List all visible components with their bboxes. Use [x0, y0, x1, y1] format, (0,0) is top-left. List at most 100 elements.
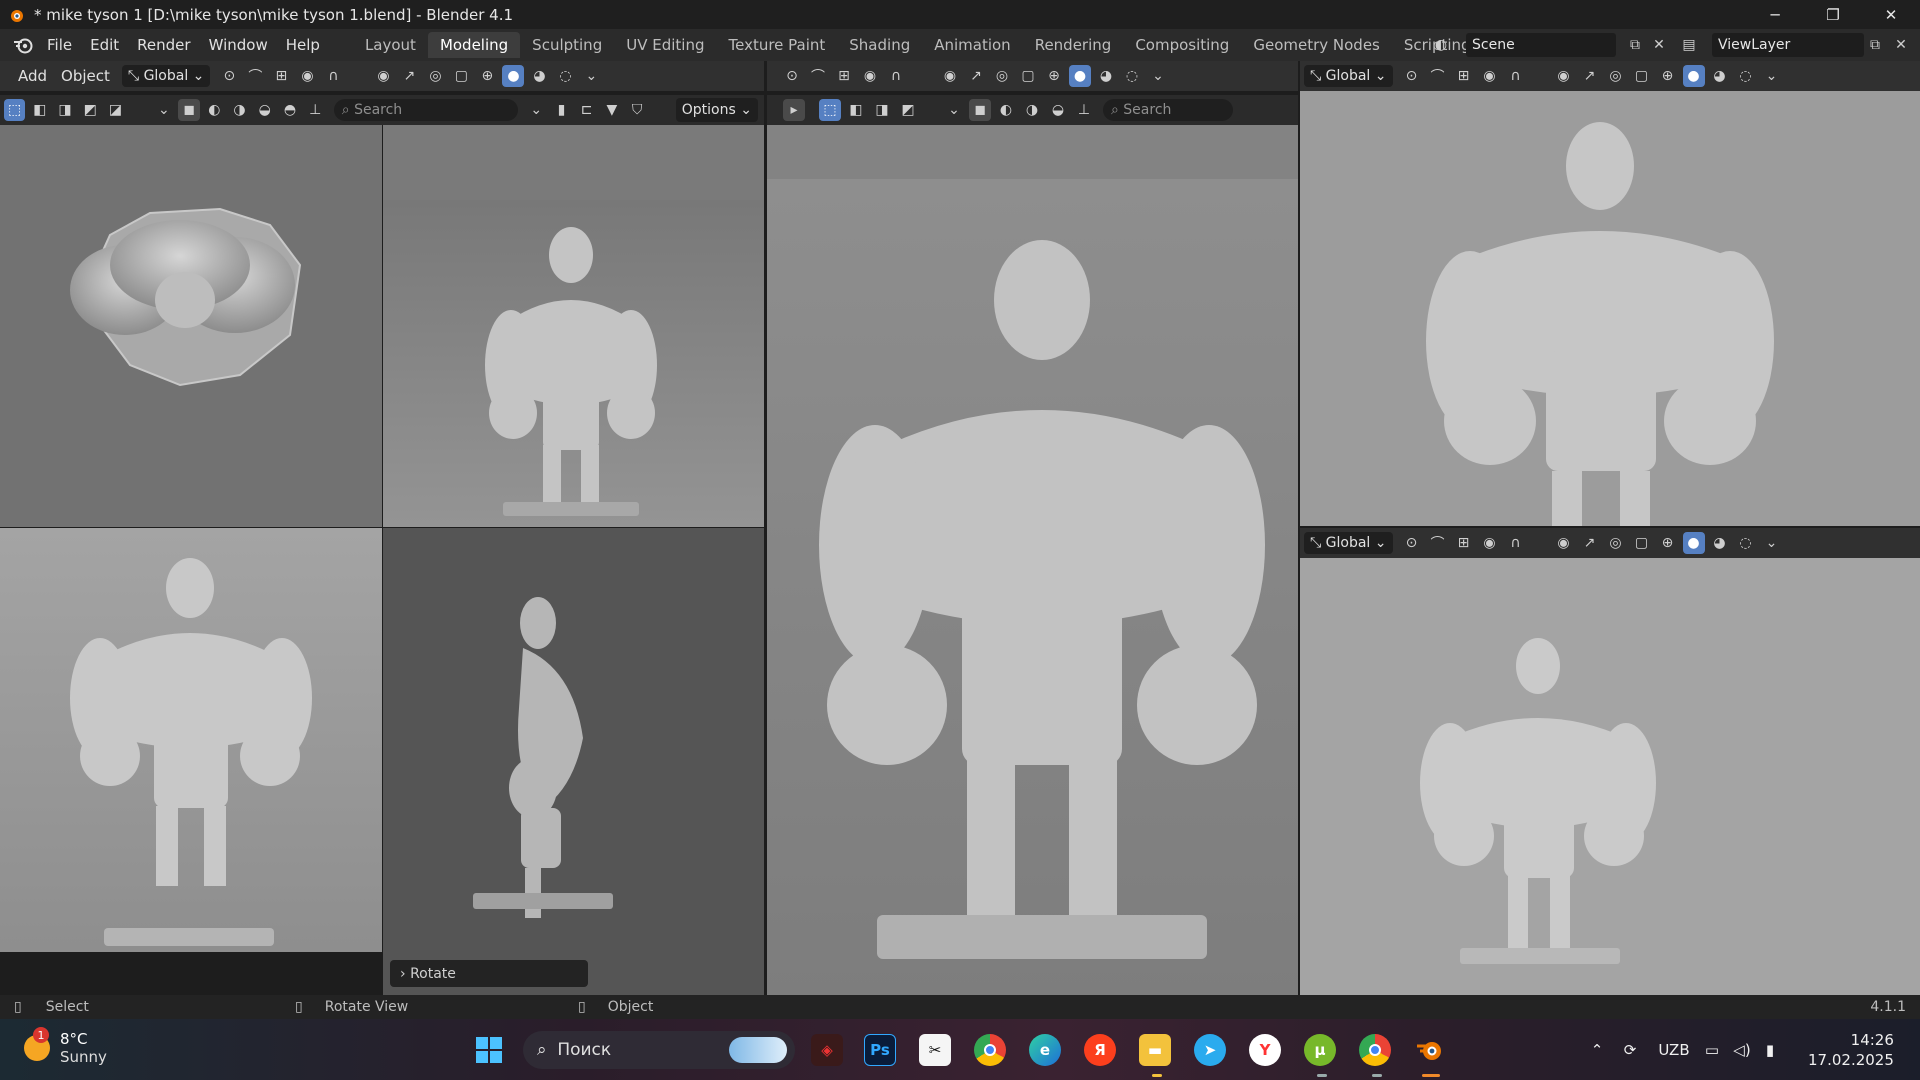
shading-options-icon-rb[interactable]: ⌄ — [1761, 532, 1783, 554]
wireframe-shading-icon-center[interactable]: ⊕ — [1043, 65, 1065, 87]
mesh-filter-icon[interactable]: ◐ — [204, 99, 225, 121]
tab-rendering[interactable]: Rendering — [1023, 32, 1124, 58]
rendered-shading-icon-rt[interactable]: ◌ — [1735, 65, 1757, 87]
viewport-top-right[interactable] — [383, 125, 764, 527]
falloff-icon-rb[interactable]: ∩ — [1505, 532, 1527, 554]
network-icon[interactable]: ▭ — [1696, 1041, 1728, 1059]
viewport-right-top[interactable] — [1300, 91, 1920, 526]
bookmark-icon[interactable]: ▮ — [551, 99, 572, 121]
rendered-shading-icon[interactable]: ◌ — [554, 65, 576, 87]
photoshop-icon[interactable]: Ps — [864, 1034, 896, 1066]
gizmo-icon-rb[interactable]: ↗ — [1579, 532, 1601, 554]
windows-start-icon[interactable] — [473, 1034, 505, 1066]
proportional-edit-icon-center[interactable]: ◉ — [859, 65, 881, 87]
select-box-icon[interactable]: ⬚ — [4, 99, 26, 121]
visibility-icon-center[interactable]: ◉ — [939, 65, 961, 87]
last-operator-panel[interactable]: › Rotate — [390, 960, 588, 987]
viewlayer-browse-icon[interactable]: ▤ — [1678, 34, 1700, 56]
sync-icon[interactable]: ⟳ — [1608, 1041, 1652, 1059]
viewport-right-bottom[interactable] — [1300, 558, 1920, 995]
tab-shading[interactable]: Shading — [837, 32, 922, 58]
chrome-icon[interactable] — [974, 1034, 1006, 1066]
falloff-icon-rt[interactable]: ∩ — [1505, 65, 1527, 87]
shading-options-icon-rt[interactable]: ⌄ — [1761, 65, 1783, 87]
snap-icon-rt[interactable]: ⌒ — [1427, 65, 1449, 87]
object-menu[interactable]: Object — [55, 60, 122, 92]
delete-viewlayer-icon[interactable]: ✕ — [1890, 34, 1912, 56]
tab-geometry-nodes[interactable]: Geometry Nodes — [1241, 32, 1392, 58]
options-dropdown[interactable]: Options ⌄ — [675, 98, 758, 122]
telegram-icon[interactable]: ➤ — [1194, 1034, 1226, 1066]
display-filter-icon[interactable]: ⌄ — [153, 99, 174, 121]
menu-edit[interactable]: Edit — [81, 29, 128, 61]
new-scene-icon[interactable]: ⧉ — [1624, 34, 1646, 56]
shading-options-icon[interactable]: ⌄ — [580, 65, 602, 87]
tab-uv-editing[interactable]: UV Editing — [614, 32, 716, 58]
proportional-edit-icon-rt[interactable]: ◉ — [1479, 65, 1501, 87]
solid-shading-icon-rb[interactable]: ● — [1682, 532, 1705, 554]
visibility-icon-rb[interactable]: ◉ — [1553, 532, 1575, 554]
menu-help[interactable]: Help — [277, 29, 329, 61]
search-options-icon[interactable]: ⌄ — [526, 99, 547, 121]
wireframe-shading-icon-rt[interactable]: ⊕ — [1657, 65, 1679, 87]
rendered-shading-icon-center[interactable]: ◌ — [1121, 65, 1143, 87]
hierarchy-icon[interactable]: ⊏ — [576, 99, 597, 121]
snap-target-icon-rb[interactable]: ⊞ — [1453, 532, 1475, 554]
material-shading-icon-rt[interactable]: ◕ — [1709, 65, 1731, 87]
snap-icon-center[interactable]: ⌒ — [807, 65, 829, 87]
other-filter-icon[interactable]: ⊥ — [305, 99, 326, 121]
viewport-center[interactable] — [767, 125, 1298, 995]
select-subtract-icon[interactable]: ◨ — [54, 99, 75, 121]
rendered-shading-icon-rb[interactable]: ◌ — [1735, 532, 1757, 554]
left-search-field[interactable]: ⌕ Search — [333, 99, 518, 121]
display-filter-icon-center[interactable]: ⌄ — [943, 99, 965, 121]
xray-icon-center[interactable]: ▢ — [1017, 65, 1039, 87]
shading-options-icon-center[interactable]: ⌄ — [1147, 65, 1169, 87]
overlay-icon-rb[interactable]: ◎ — [1605, 532, 1627, 554]
blender-taskbar-icon[interactable] — [1414, 1034, 1446, 1066]
snap-target-icon[interactable]: ⊞ — [270, 65, 292, 87]
camera-filter-icon[interactable]: ◒ — [254, 99, 275, 121]
restore-button[interactable]: ❐ — [1804, 0, 1862, 29]
tab-animation[interactable]: Animation — [922, 32, 1022, 58]
select-cursor-icon[interactable]: ▸ — [783, 99, 805, 121]
tab-texture-paint[interactable]: Texture Paint — [716, 32, 837, 58]
overlay-icon-rt[interactable]: ◎ — [1605, 65, 1627, 87]
pivot-icon-rb[interactable]: ⊙ — [1401, 532, 1423, 554]
menu-window[interactable]: Window — [200, 29, 277, 61]
solid-shading-icon[interactable]: ● — [502, 65, 525, 87]
material-shading-icon[interactable]: ◕ — [528, 65, 550, 87]
edge-icon[interactable]: e — [1029, 1034, 1061, 1066]
chrome-profile-icon[interactable] — [1359, 1034, 1391, 1066]
select-extend-icon-center[interactable]: ◧ — [845, 99, 867, 121]
center-search-field[interactable]: ⌕ Search — [1103, 99, 1233, 121]
overlay-icon[interactable]: ◎ — [424, 65, 446, 87]
weather-widget[interactable]: 1 8°C Sunny — [24, 1027, 107, 1066]
xray-icon-rt[interactable]: ▢ — [1631, 65, 1653, 87]
scene-browse-icon[interactable]: ◐ — [1430, 34, 1452, 56]
menu-render[interactable]: Render — [128, 29, 199, 61]
viewport-bottom-left[interactable] — [0, 528, 382, 952]
gizmo-icon[interactable]: ↗ — [398, 65, 420, 87]
battery-icon[interactable]: ▮ — [1756, 1041, 1784, 1059]
new-viewlayer-icon[interactable]: ⧉ — [1864, 34, 1886, 56]
language-indicator[interactable]: UZB — [1652, 1041, 1696, 1059]
light-filter-icon[interactable]: ◑ — [229, 99, 250, 121]
snap-icon[interactable]: ⌒ — [244, 65, 266, 87]
camera-filter-icon-center[interactable]: ◒ — [1047, 99, 1069, 121]
orientation-dropdown-rb[interactable]: ⤡ Global ⌄ — [1304, 532, 1393, 554]
xray-icon[interactable]: ▢ — [450, 65, 472, 87]
solid-shading-icon-rt[interactable]: ● — [1682, 65, 1705, 87]
tab-modeling[interactable]: Modeling — [427, 32, 521, 58]
select-subtract-icon-center[interactable]: ◨ — [871, 99, 893, 121]
capcut-icon[interactable]: ✂ — [919, 1034, 951, 1066]
proportional-edit-icon-rb[interactable]: ◉ — [1479, 532, 1501, 554]
scene-selector[interactable]: Scene — [1466, 33, 1616, 57]
falloff-icon-center[interactable]: ∩ — [885, 65, 907, 87]
viewlayer-selector[interactable]: ViewLayer — [1712, 33, 1864, 57]
game-app-icon[interactable]: ◈ — [811, 1034, 843, 1066]
select-invert-icon-center[interactable]: ◩ — [897, 99, 919, 121]
pivot-icon[interactable]: ⊙ — [218, 65, 240, 87]
proportional-edit-icon[interactable]: ◉ — [296, 65, 318, 87]
tab-layout[interactable]: Layout — [353, 32, 428, 58]
